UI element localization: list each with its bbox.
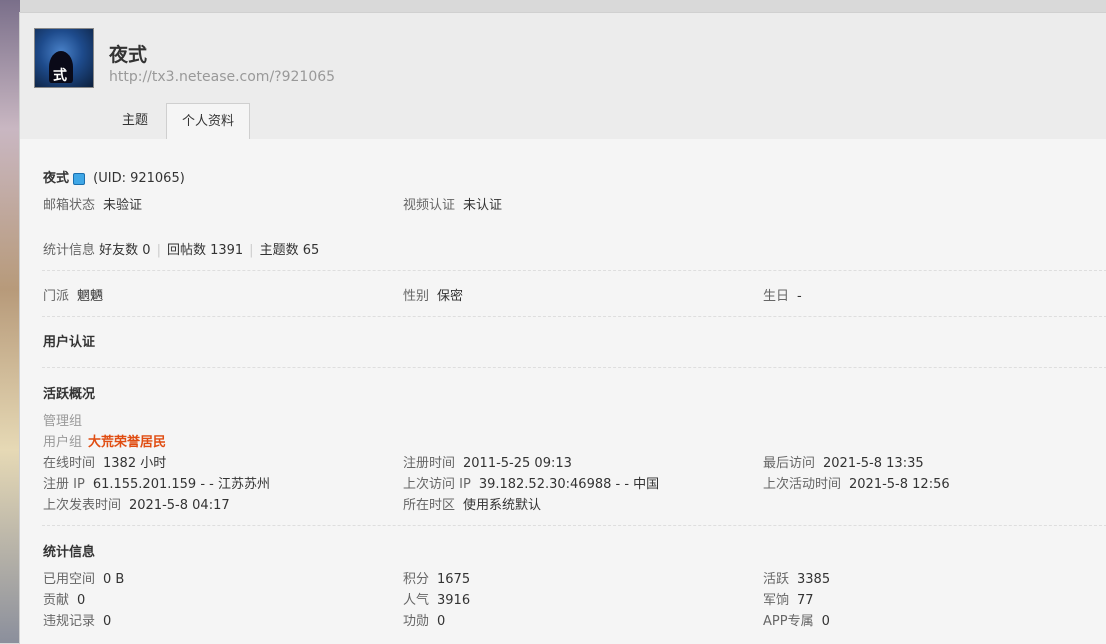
admin-group-label: 管理组 <box>43 414 83 429</box>
pay-value: 77 <box>797 593 814 608</box>
contribution-field: 贡献 0 <box>43 589 85 608</box>
divider <box>42 367 1106 368</box>
points-field: 积分 1675 <box>403 568 470 587</box>
last-ip-label: 上次访问 IP <box>403 477 471 492</box>
reg-ip-label: 注册 IP <box>43 477 85 492</box>
email-label: 邮箱状态 <box>43 198 96 213</box>
section-title-statistics: 统计信息 <box>43 545 96 560</box>
avatar[interactable]: 式 <box>34 28 94 88</box>
space-url-link[interactable]: http://tx3.netease.com/?921065 <box>109 69 335 85</box>
username-title: 夜式 <box>109 44 148 66</box>
active-value: 3385 <box>797 572 831 587</box>
merit-label: 功勋 <box>403 614 430 629</box>
last-ip-field: 上次访问 IP 39.182.52.30:46988 - - 中国 <box>403 473 659 492</box>
gender-value: 保密 <box>437 289 464 304</box>
space-label: 已用空间 <box>43 572 96 587</box>
birthday-label: 生日 <box>763 289 790 304</box>
sect-value: 魍魉 <box>77 289 104 304</box>
last-visit-value: 2021-5-8 13:35 <box>823 456 924 471</box>
pay-label: 军饷 <box>763 593 790 608</box>
section-title-activity: 活跃概况 <box>43 387 96 402</box>
video-label: 视频认证 <box>403 198 456 213</box>
divider <box>42 316 1106 317</box>
violation-label: 违规记录 <box>43 614 96 629</box>
tab-threads[interactable]: 主题 <box>110 103 160 139</box>
space-field: 已用空间 0 B <box>43 568 124 587</box>
last-active-value: 2021-5-8 12:56 <box>849 477 950 492</box>
video-value: 未认证 <box>463 198 503 213</box>
last-ip-value: 39.182.52.30:46988 - - 中国 <box>478 477 660 492</box>
app-label: APP专属 <box>763 614 814 629</box>
reg-time-label: 注册时间 <box>403 456 456 471</box>
replies-count-link[interactable]: 回帖数 1391 <box>167 243 243 258</box>
last-visit-field: 最后访问 2021-5-8 13:35 <box>763 452 924 471</box>
online-value: 1382 小时 <box>103 456 167 471</box>
space-value: 0 B <box>103 572 125 587</box>
contrib-label: 贡献 <box>43 593 70 608</box>
last-post-field: 上次发表时间 2021-5-8 04:17 <box>43 494 230 513</box>
user-group-field: 用户组 大荒荣誉居民 <box>43 431 166 450</box>
admin-group-field: 管理组 <box>43 410 82 429</box>
last-active-field: 上次活动时间 2021-5-8 12:56 <box>763 473 950 492</box>
last-active-label: 上次活动时间 <box>763 477 842 492</box>
last-post-label: 上次发表时间 <box>43 498 122 513</box>
pay-field: 军饷 77 <box>763 589 814 608</box>
threads-count-link[interactable]: 主题数 65 <box>260 243 320 258</box>
merit-field: 功勋 0 <box>403 610 445 629</box>
online-label: 在线时间 <box>43 456 96 471</box>
reg-time-field: 注册时间 2011-5-25 09:13 <box>403 452 572 471</box>
sect-field: 门派 魍魉 <box>43 285 103 304</box>
email-value: 未验证 <box>103 198 143 213</box>
last-post-value: 2021-5-8 04:17 <box>129 498 230 513</box>
divider <box>42 525 1106 526</box>
merit-value: 0 <box>437 614 446 629</box>
violation-field: 违规记录 0 <box>43 610 111 629</box>
app-field: APP专属 0 <box>763 610 830 629</box>
timezone-label: 所在时区 <box>403 498 456 513</box>
separator: | <box>156 243 161 258</box>
profile-name: 夜式 <box>43 171 70 186</box>
divider <box>42 270 1106 271</box>
birthday-value: - <box>797 289 802 304</box>
online-time-field: 在线时间 1382 小时 <box>43 452 166 471</box>
points-label: 积分 <box>403 572 430 587</box>
last-visit-label: 最后访问 <box>763 456 816 471</box>
user-group-link[interactable]: 大荒荣誉居民 <box>88 435 166 450</box>
timezone-value: 使用系统默认 <box>463 498 542 513</box>
points-value: 1675 <box>437 572 471 587</box>
background-strip <box>0 0 20 643</box>
gender-label: 性别 <box>403 289 430 304</box>
profile-name-row: 夜式 (UID: 921065) <box>43 167 185 186</box>
popularity-field: 人气 3916 <box>403 589 470 608</box>
stats-summary: 统计信息 好友数 0 | 回帖数 1391 | 主题数 65 <box>43 239 319 258</box>
sect-label: 门派 <box>43 289 70 304</box>
birthday-field: 生日 - <box>763 285 802 304</box>
separator: | <box>249 243 254 258</box>
gender-field: 性别 保密 <box>403 285 463 304</box>
profile-panel: 式 夜式 http://tx3.netease.com/?921065 主题 个… <box>19 12 1106 644</box>
reg-ip-field: 注册 IP 61.155.201.159 - - 江苏苏州 <box>43 473 270 492</box>
email-status: 邮箱状态 未验证 <box>43 194 142 213</box>
violation-value: 0 <box>103 614 112 629</box>
uid-text: (UID: 921065) <box>93 171 185 186</box>
section-title-auth: 用户认证 <box>43 335 96 350</box>
active-label: 活跃 <box>763 572 790 587</box>
stats-label: 统计信息 <box>43 243 96 258</box>
contrib-value: 0 <box>77 593 86 608</box>
popularity-value: 3916 <box>437 593 471 608</box>
tab-profile[interactable]: 个人资料 <box>166 103 250 139</box>
avatar-text: 式 <box>53 68 67 84</box>
gem-icon <box>73 172 86 185</box>
reg-time-value: 2011-5-25 09:13 <box>463 456 572 471</box>
popularity-label: 人气 <box>403 593 430 608</box>
timezone-field: 所在时区 使用系统默认 <box>403 494 541 513</box>
active-field: 活跃 3385 <box>763 568 830 587</box>
video-status: 视频认证 未认证 <box>403 194 502 213</box>
user-group-label: 用户组 <box>43 435 83 450</box>
reg-ip-value: 61.155.201.159 - - 江苏苏州 <box>92 477 270 492</box>
friends-count-link[interactable]: 好友数 0 <box>99 243 150 258</box>
app-value: 0 <box>821 614 830 629</box>
profile-header: 式 夜式 http://tx3.netease.com/?921065 主题 个… <box>20 13 1106 139</box>
